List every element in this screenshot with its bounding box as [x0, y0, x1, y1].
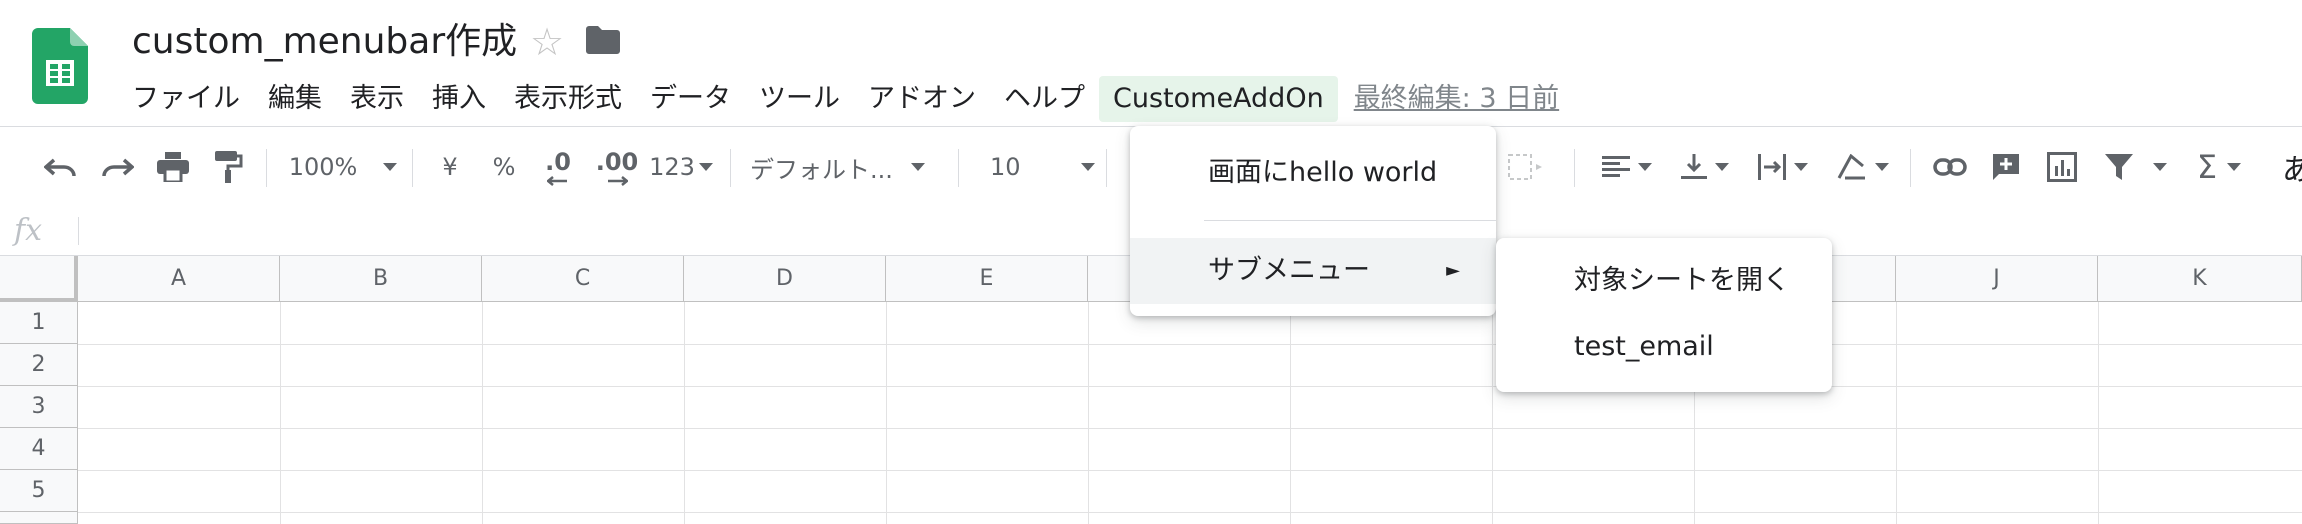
sheets-logo-icon[interactable] [32, 28, 88, 108]
chevron-down-icon [698, 163, 713, 171]
chevron-down-icon [1875, 163, 1889, 171]
column-header[interactable]: D [684, 256, 886, 302]
menu-item-submenu[interactable]: サブメニュー ► [1130, 238, 1496, 304]
fx-icon: fx [14, 213, 43, 248]
column-header[interactable]: E [886, 256, 1088, 302]
text-rotate-icon[interactable] [1830, 127, 1896, 207]
menu-item-hello-world-label: 画面にhello world [1208, 157, 1438, 188]
formula-bar-divider [78, 217, 79, 245]
menu-item-hello-world[interactable]: 画面にhello world [1130, 140, 1496, 206]
row-header[interactable]: 4 [0, 428, 78, 470]
column-header[interactable]: C [482, 256, 684, 302]
font-size-select[interactable]: 10 [976, 127, 1096, 207]
chevron-down-icon [910, 163, 925, 171]
row-header[interactable]: 1 [0, 302, 78, 344]
arrow-left-icon [547, 176, 567, 186]
input-tools-button[interactable]: あ [2282, 127, 2302, 207]
chevron-down-icon [383, 163, 398, 171]
chevron-down-icon [1794, 163, 1808, 171]
select-all-corner[interactable] [0, 256, 78, 302]
paint-format-icon[interactable] [206, 127, 252, 207]
menu-divider [1204, 220, 1496, 221]
text-wrap-icon[interactable] [1750, 127, 1816, 207]
customeaddon-menu: 画面にhello world サブメニュー ► [1130, 126, 1496, 316]
chevron-down-icon [2227, 163, 2242, 171]
number-format-label: 123 [649, 153, 695, 181]
submenu-item-open-sheet[interactable]: 対象シートを開く [1496, 248, 1832, 314]
submenu-arrow-icon: ► [1446, 260, 1460, 281]
decrease-decimal-label: .0 [545, 148, 571, 176]
row-header[interactable]: 2 [0, 344, 78, 386]
currency-format-button[interactable]: ¥ [428, 127, 472, 207]
column-header[interactable]: B [280, 256, 482, 302]
menu-format[interactable]: 表示形式 [500, 76, 636, 122]
redo-icon[interactable] [94, 127, 140, 207]
percent-format-button[interactable]: % [482, 127, 526, 207]
menu-item-submenu-label: サブメニュー [1208, 255, 1370, 286]
menu-data[interactable]: データ [636, 76, 745, 122]
number-format-select[interactable]: 123 [649, 127, 713, 207]
font-family-select[interactable]: デフォルト... [750, 127, 946, 207]
align-left-icon[interactable] [1594, 127, 1660, 207]
menubar: ファイル 編集 表示 挿入 表示形式 データ ツール アドオン ヘルプ Cust… [118, 76, 1559, 122]
row-header-partial [0, 512, 78, 524]
menu-customeaddon[interactable]: CustomeAddOn [1099, 76, 1338, 122]
star-icon[interactable]: ☆ [530, 18, 564, 66]
font-size-value: 10 [990, 153, 1021, 181]
valign-bottom-icon[interactable] [1672, 127, 1738, 207]
merge-icon [1496, 127, 1560, 207]
chevron-down-icon [2153, 163, 2167, 171]
chevron-down-icon [1638, 163, 1652, 171]
menu-file[interactable]: ファイル [118, 76, 254, 122]
submenu-item-open-sheet-label: 対象シートを開く [1574, 265, 1790, 296]
submenu: 対象シートを開く test_email [1496, 238, 1832, 392]
column-header[interactable]: J [1896, 256, 2098, 302]
arrow-right-icon [608, 176, 628, 186]
font-family-value: デフォルト... [750, 155, 893, 184]
chevron-down-icon [1080, 163, 1095, 171]
zoom-value: 100% [288, 153, 358, 181]
chevron-down-icon [1715, 163, 1729, 171]
increase-decimal-button[interactable]: .00 [590, 127, 644, 207]
sigma-icon[interactable]: Σ [2186, 127, 2252, 207]
menu-addons[interactable]: アドオン [854, 76, 990, 122]
row-header[interactable]: 3 [0, 386, 78, 428]
row-header[interactable]: 5 [0, 470, 78, 512]
zoom-select[interactable]: 100% [284, 127, 402, 207]
document-title[interactable]: custom_menubar作成 [132, 16, 517, 68]
decrease-decimal-button[interactable]: .0 [536, 127, 580, 207]
link-icon[interactable] [1926, 127, 1974, 207]
submenu-item-test-email[interactable]: test_email [1496, 314, 1832, 380]
comment-add-icon[interactable] [1982, 127, 2030, 207]
folder-icon[interactable] [586, 26, 620, 58]
last-edit-link[interactable]: 最終編集: 3 日前 [1354, 76, 1559, 122]
undo-icon[interactable] [38, 127, 84, 207]
menu-help[interactable]: ヘルプ [990, 76, 1099, 122]
column-header[interactable]: K [2098, 256, 2302, 302]
menu-insert[interactable]: 挿入 [418, 76, 500, 122]
menu-tools[interactable]: ツール [745, 76, 854, 122]
chart-icon[interactable] [2038, 127, 2086, 207]
filter-icon[interactable] [2096, 127, 2176, 207]
submenu-item-test-email-label: test_email [1574, 331, 1714, 362]
increase-decimal-label: .00 [595, 148, 639, 176]
menu-view[interactable]: 表示 [336, 76, 418, 122]
column-header[interactable]: A [78, 256, 280, 302]
menu-edit[interactable]: 編集 [254, 76, 336, 122]
print-icon[interactable] [150, 127, 196, 207]
